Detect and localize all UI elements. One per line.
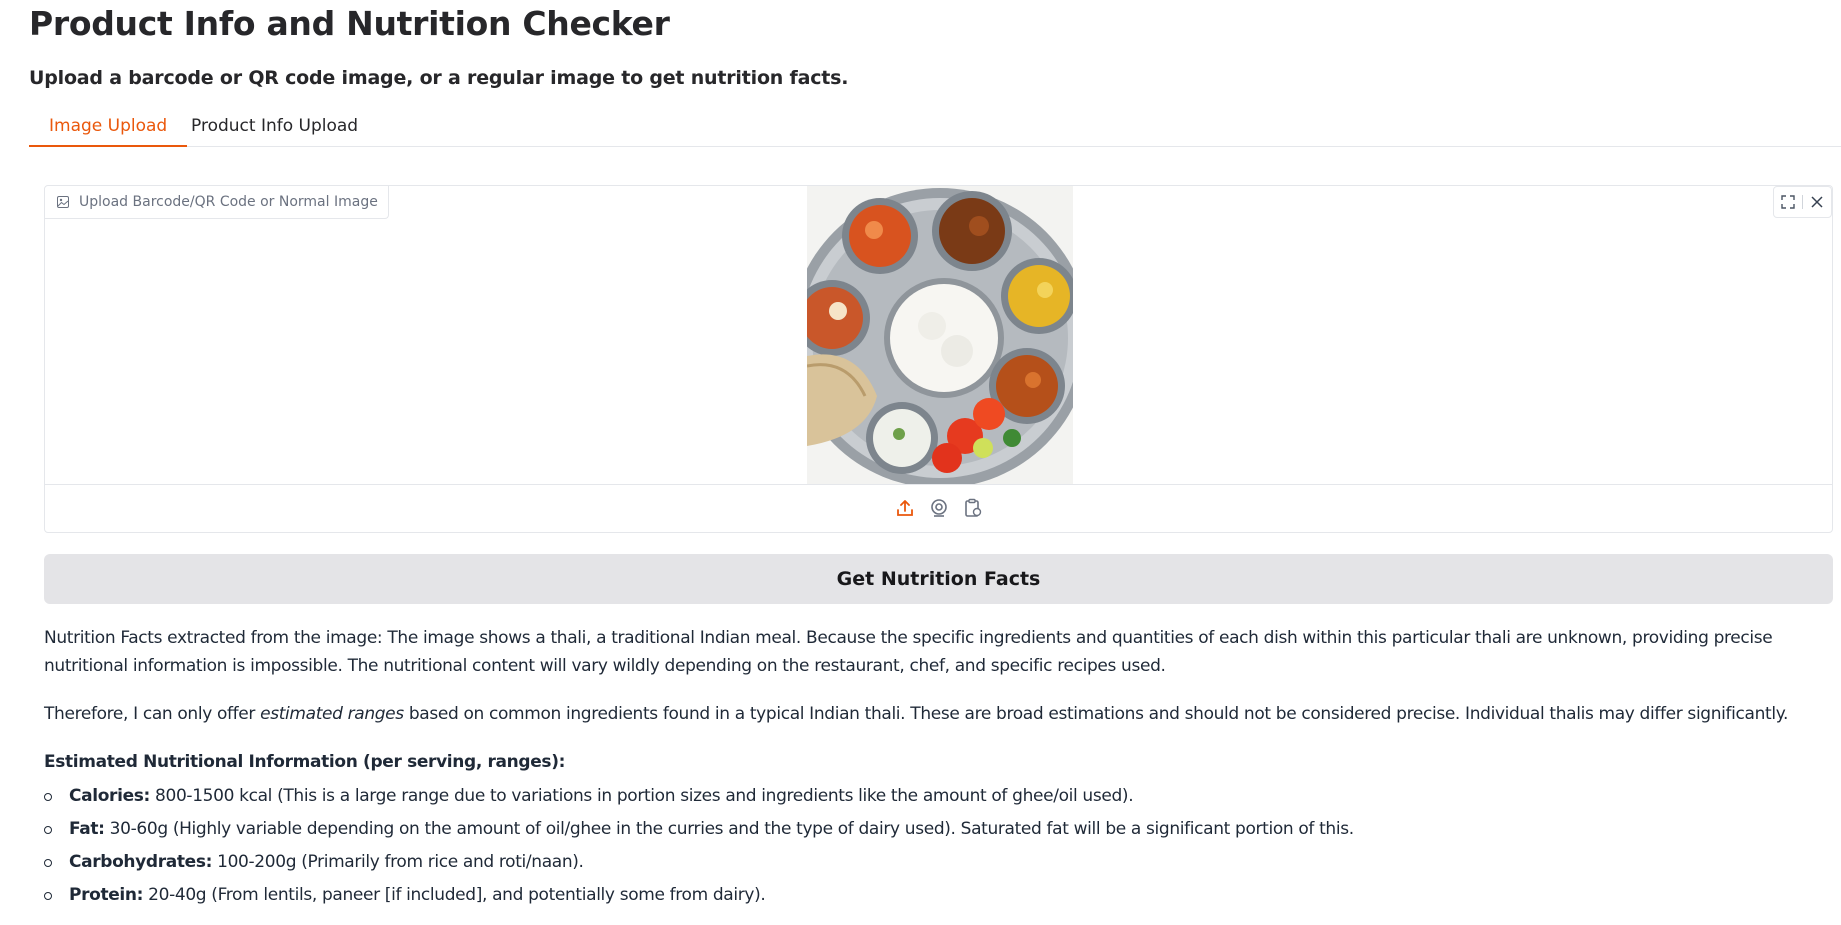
upload-image-label-text: Upload Barcode/QR Code or Normal Image <box>79 194 378 210</box>
output-heading: Estimated Nutritional Information (per s… <box>44 752 566 772</box>
output-paragraph-1: Nutrition Facts extracted from the image… <box>44 628 1773 676</box>
page-title: Product Info and Nutrition Checker <box>29 4 670 43</box>
image-upload-component: Upload Barcode/QR Code or Normal Image <box>44 185 1833 533</box>
list-item-fat: Fat: 30-60g (Highly variable depending o… <box>44 815 1814 848</box>
webcam-icon[interactable] <box>928 497 950 519</box>
list-item-text: 30-60g (Highly variable depending on the… <box>104 819 1354 839</box>
list-item-label: Carbohydrates: <box>69 852 213 872</box>
output-paragraph-2: Therefore, I can only offer estimated ra… <box>44 700 1814 728</box>
image-source-bar <box>45 484 1832 532</box>
nutrition-list: Calories: 800-1500 kcal (This is a large… <box>44 782 1814 914</box>
close-icon[interactable] <box>1803 188 1831 216</box>
output-emphasis: estimated ranges <box>260 704 404 724</box>
app-root: Product Info and Nutrition Checker Uploa… <box>0 0 1841 925</box>
tab-bar: Image Upload Product Info Upload <box>29 108 1841 147</box>
list-item-text: 20-40g (From lentils, paneer [if include… <box>143 885 766 905</box>
fullscreen-icon[interactable] <box>1774 188 1802 216</box>
get-nutrition-facts-button[interactable]: Get Nutrition Facts <box>44 554 1833 604</box>
list-item-carbohydrates: Carbohydrates: 100-200g (Primarily from … <box>44 848 1814 881</box>
nutrition-output: Nutrition Facts extracted from the image… <box>44 624 1814 914</box>
image-icon <box>57 196 69 208</box>
output-paragraph-2-start: Therefore, I can only offer <box>44 704 261 724</box>
list-item-label: Calories: <box>69 786 150 806</box>
upload-icon[interactable] <box>894 497 916 519</box>
list-item-label: Protein: <box>69 885 144 905</box>
output-paragraph-2-end: based on common ingredients found in a t… <box>403 704 1789 724</box>
uploaded-image <box>807 186 1073 484</box>
page-subtitle: Upload a barcode or QR code image, or a … <box>29 67 849 89</box>
list-item-label: Fat: <box>69 819 105 839</box>
list-item-text: 800-1500 kcal (This is a large range due… <box>149 786 1134 806</box>
tab-product-info-upload[interactable]: Product Info Upload <box>171 108 378 145</box>
list-item-text: 100-200g (Primarily from rice and roti/n… <box>212 852 584 872</box>
tab-image-upload[interactable]: Image Upload <box>29 108 188 147</box>
clipboard-icon[interactable] <box>962 497 984 519</box>
list-item-calories: Calories: 800-1500 kcal (This is a large… <box>44 782 1814 815</box>
list-item-protein: Protein: 20-40g (From lentils, paneer [i… <box>44 881 1814 914</box>
image-toolbar <box>1773 186 1832 218</box>
upload-image-label: Upload Barcode/QR Code or Normal Image <box>45 186 389 219</box>
image-preview-area[interactable] <box>45 186 1832 485</box>
